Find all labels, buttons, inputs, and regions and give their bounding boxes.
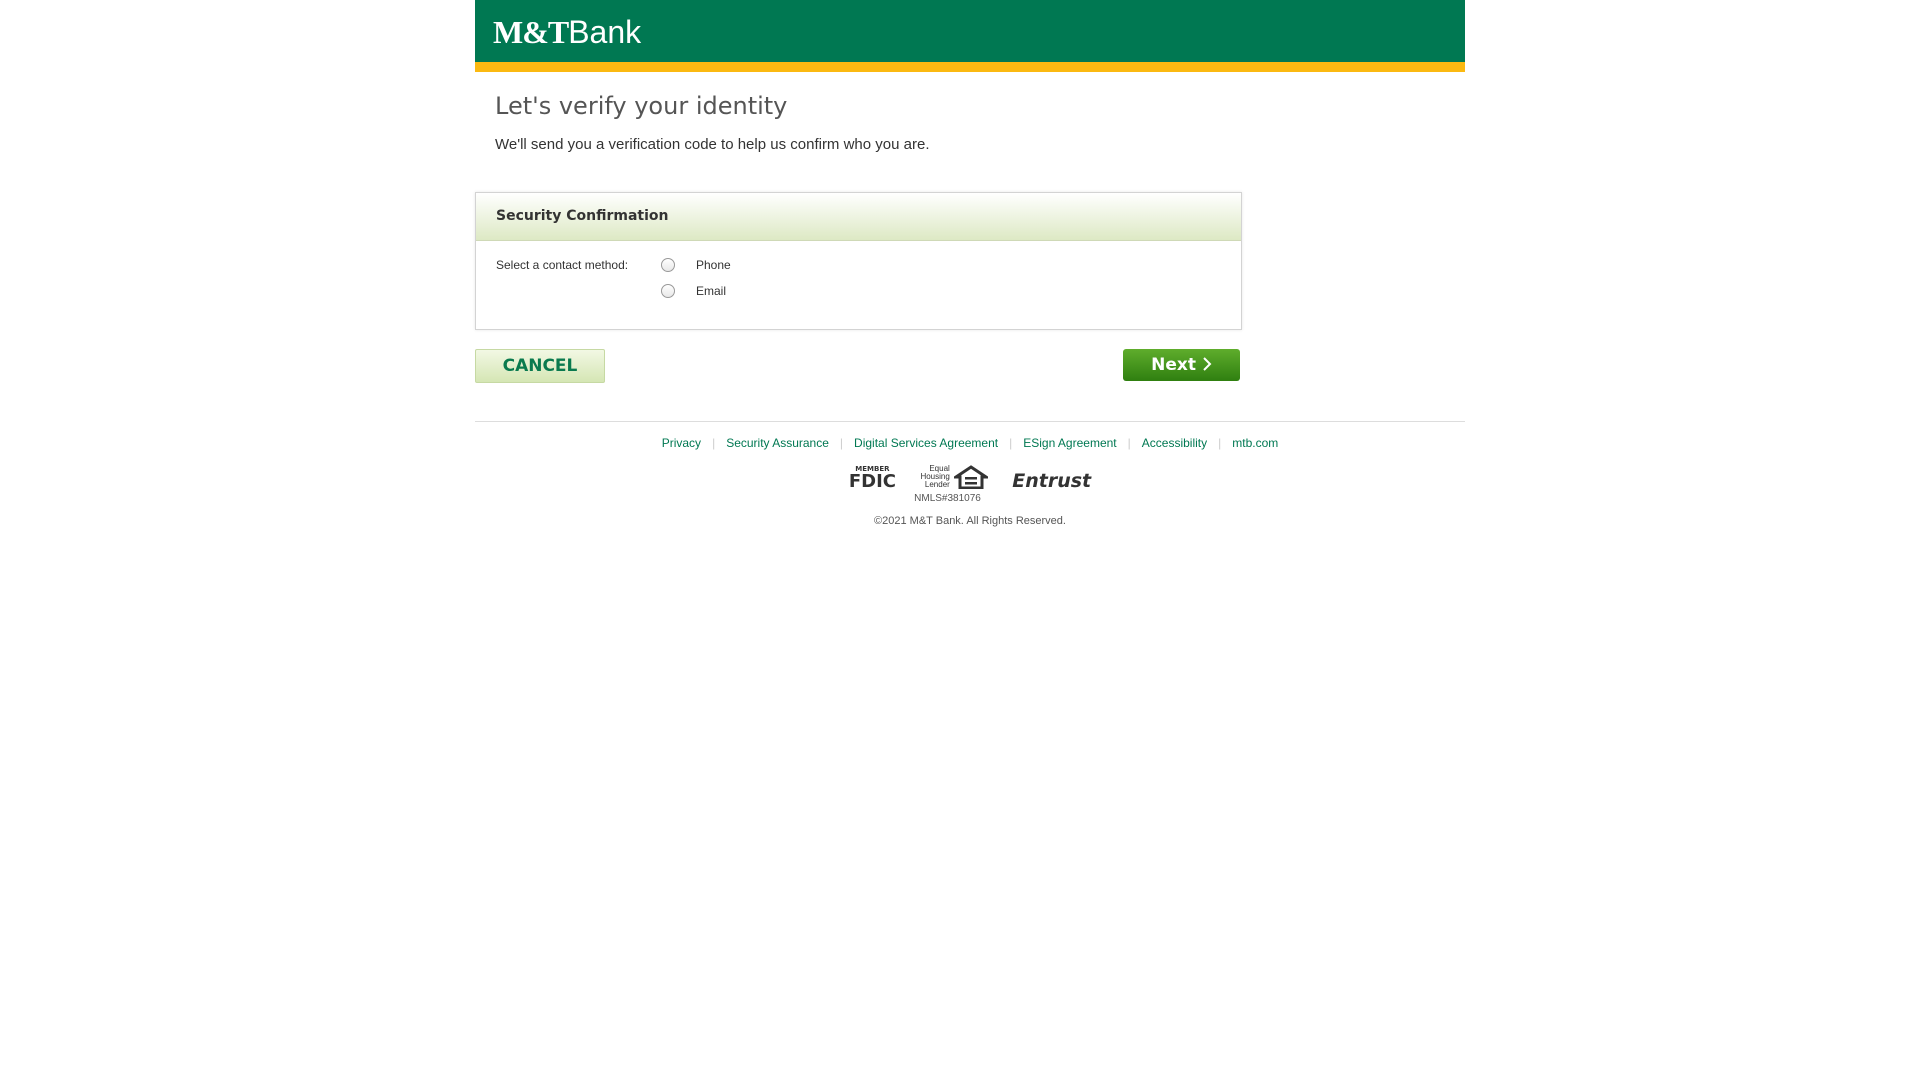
link-separator: |	[712, 436, 716, 450]
contact-method-label: Select a contact method:	[496, 258, 629, 272]
chevron-right-icon	[1203, 357, 1212, 371]
card-title: Security Confirmation	[496, 208, 669, 224]
next-button[interactable]: Next	[1123, 349, 1240, 381]
phone-option[interactable]: Phone	[661, 258, 731, 272]
digital-services-agreement-link[interactable]: Digital Services Agreement	[854, 436, 998, 450]
equal-housing-icon	[953, 465, 988, 489]
fdic-badge: MEMBER FDIC	[848, 465, 896, 492]
page-subtitle: We'll send you a verification code to he…	[495, 136, 930, 153]
page: M&TBank Let's verify your identity We'll…	[475, 0, 1465, 527]
link-separator: |	[1009, 436, 1013, 450]
nmls-number: NMLS#381076	[914, 493, 981, 504]
link-separator: |	[839, 436, 844, 450]
link-separator: |	[1218, 436, 1222, 450]
copyright: ©2021 M&T Bank. All Rights Reserved.	[874, 515, 1066, 527]
footer-divider	[475, 421, 1465, 422]
logo-mark: M&T	[493, 14, 569, 50]
header-stripe	[475, 62, 1465, 72]
link-separator: |	[1127, 436, 1131, 450]
phone-label: Phone	[696, 258, 731, 272]
accessibility-link[interactable]: Accessibility	[1142, 436, 1207, 450]
page-title: Let's verify your identity	[495, 92, 788, 120]
security-assurance-link[interactable]: Security Assurance	[726, 436, 829, 450]
security-confirmation-card: Security Confirmation Select a contact m…	[475, 192, 1242, 330]
header-bar: M&TBank	[475, 0, 1465, 62]
card-header: Security Confirmation	[476, 193, 1241, 241]
cancel-button[interactable]: CANCEL	[475, 349, 605, 383]
mtb-com-link[interactable]: mtb.com	[1232, 436, 1278, 450]
footer-links: Privacy | Security Assurance | Digital Servi…	[475, 436, 1465, 450]
esign-agreement-link[interactable]: ESign Agreement	[1023, 436, 1116, 450]
equal-housing-lender-badge: Equal Housing Lender	[920, 465, 988, 489]
logo-wordmark: Bank	[568, 14, 642, 50]
privacy-link[interactable]: Privacy	[662, 436, 701, 450]
email-label: Email	[696, 284, 727, 298]
email-option[interactable]: Email	[661, 284, 726, 298]
mt-bank-logo[interactable]: M&TBank	[493, 14, 641, 50]
next-label: Next	[1151, 355, 1196, 375]
phone-radio[interactable]	[661, 258, 675, 272]
email-radio[interactable]	[661, 284, 675, 298]
